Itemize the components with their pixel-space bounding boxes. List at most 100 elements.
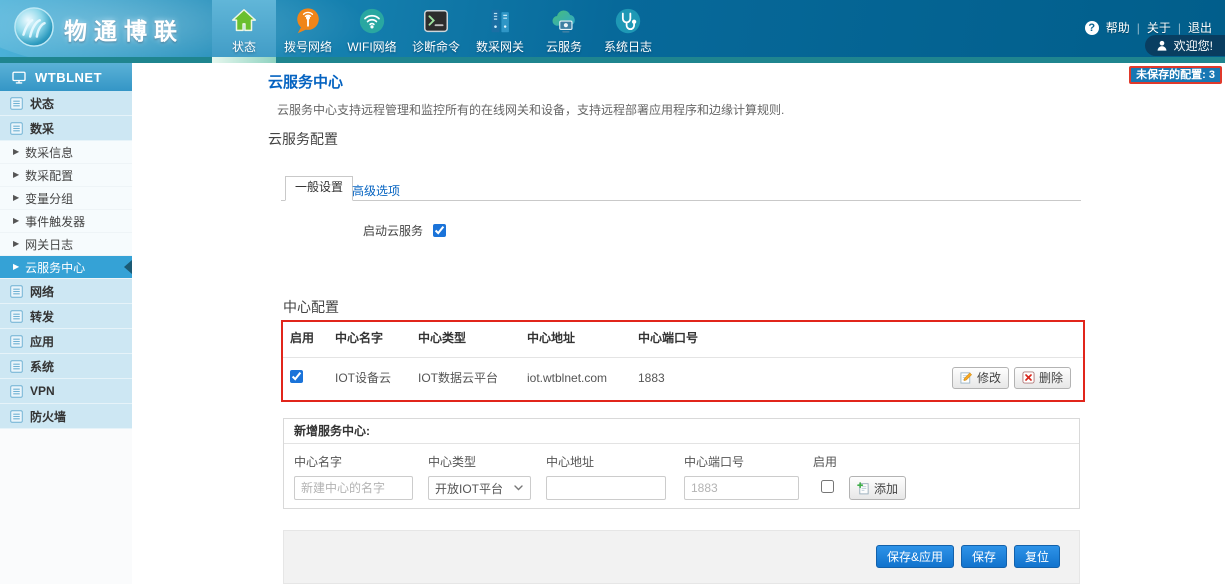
sidebar-subitem-variable-group[interactable]: ▶ 变量分组 <box>0 187 132 210</box>
nav-item-status[interactable]: 状态 <box>212 0 276 63</box>
sidebar-header: WTBLNET <box>0 63 132 91</box>
sidebar-subitem-event-trigger[interactable]: ▶ 事件触发器 <box>0 210 132 233</box>
sidebar-item-label: 应用 <box>30 333 54 350</box>
section-center-config: 中心配置 <box>283 297 339 317</box>
sidebar-item-forwarding[interactable]: 转发 <box>0 304 132 329</box>
delete-button[interactable]: 删除 <box>1014 367 1071 389</box>
center-type-select[interactable]: 开放IOT平台 <box>428 476 531 500</box>
tab-advanced-options[interactable]: 高级选项 <box>352 182 400 199</box>
sidebar-subitem-data-info[interactable]: ▶ 数采信息 <box>0 141 132 164</box>
tab-general-settings[interactable]: 一般设置 <box>285 176 353 201</box>
label-enable: 启用 <box>813 453 837 470</box>
sidebar-item-system[interactable]: 系统 <box>0 354 132 379</box>
sidebar-subitem-data-config[interactable]: ▶ 数采配置 <box>0 164 132 187</box>
sidebar-item-label: 系统 <box>30 358 54 375</box>
save-button[interactable]: 保存 <box>961 545 1007 568</box>
new-center-enable-checkbox[interactable] <box>821 480 834 493</box>
brand-logo: 物通博联 <box>13 6 184 51</box>
add-button[interactable]: 添加 <box>849 476 906 500</box>
list-icon <box>10 335 23 348</box>
sidebar-item-label: 网络 <box>30 283 54 300</box>
welcome-badge[interactable]: 欢迎您! <box>1145 35 1225 56</box>
nav-item-wifi-network[interactable]: WIFI网络 <box>340 0 404 63</box>
add-service-center-panel: 新增服务中心: 中心名字 中心类型 中心地址 中心端口号 启用 开放IOT平台 … <box>283 418 1080 509</box>
edit-button[interactable]: 修改 <box>952 367 1009 389</box>
unsaved-config-badge[interactable]: 未保存的配置: 3 <box>1129 66 1222 84</box>
list-icon <box>10 97 23 110</box>
nav-item-system-log[interactable]: 系统日志 <box>596 0 660 63</box>
sidebar-item-data-collection[interactable]: 数采 <box>0 116 132 141</box>
label-center-port: 中心端口号 <box>684 453 744 470</box>
sidebar-item-label: VPN <box>30 384 55 398</box>
page-description: 云服务中心支持远程管理和监控所有的在线网关和设备，支持远程部署应用程序和边缘计算… <box>277 101 784 118</box>
about-link[interactable]: 关于 <box>1147 19 1171 36</box>
section-cloud-service-config: 云服务配置 <box>268 129 338 149</box>
col-header-port: 中心端口号 <box>638 329 951 346</box>
sidebar-item-label: 数采配置 <box>25 167 73 184</box>
enable-cloud-row: 启动云服务 <box>363 222 446 239</box>
caret-right-icon: ▶ <box>13 217 19 225</box>
caret-right-icon: ▶ <box>13 194 19 202</box>
sidebar-item-network[interactable]: 网络 <box>0 279 132 304</box>
cell-center-port: 1883 <box>638 371 951 385</box>
welcome-text: 欢迎您! <box>1174 37 1213 54</box>
stethoscope-icon <box>613 6 643 36</box>
nav-item-data-gateway[interactable]: 数采网关 <box>468 0 532 63</box>
wifi-icon <box>357 6 387 36</box>
center-table-header: 启用 中心名字 中心类型 中心地址 中心端口号 <box>283 322 1083 352</box>
nav-item-dial-network[interactable]: 拨号网络 <box>276 0 340 63</box>
monitor-icon <box>11 70 27 85</box>
cloud-icon <box>549 6 579 36</box>
sidebar-subitem-gateway-log[interactable]: ▶ 网关日志 <box>0 233 132 256</box>
center-address-input[interactable] <box>546 476 666 500</box>
col-header-address: 中心地址 <box>527 329 638 346</box>
nav-item-diagnostic-command[interactable]: 诊断命令 <box>404 0 468 63</box>
list-icon <box>10 410 23 423</box>
cell-center-name: IOT设备云 <box>335 369 418 386</box>
dial-network-icon <box>293 6 323 36</box>
add-form-title: 新增服务中心: <box>284 419 1079 444</box>
center-name-input[interactable] <box>294 476 413 500</box>
caret-right-icon: ▶ <box>13 171 19 179</box>
label-center-type: 中心类型 <box>428 453 476 470</box>
globe-logo-icon <box>13 6 55 51</box>
divider: | <box>1178 21 1181 35</box>
caret-right-icon: ▶ <box>13 263 19 271</box>
sidebar-item-label: 数采 <box>30 120 54 137</box>
label-center-name: 中心名字 <box>294 453 342 470</box>
top-links: ? 帮助 | 关于 | 退出 <box>1085 19 1212 36</box>
sidebar: WTBLNET 状态 数采 ▶ 数采信息 ▶ 数采配置 ▶ 变量分组 ▶ 事件触… <box>0 63 133 584</box>
home-icon <box>229 6 259 36</box>
help-link[interactable]: 帮助 <box>1106 19 1130 36</box>
sidebar-item-label: 防火墙 <box>30 408 66 425</box>
row-enable-checkbox[interactable] <box>290 370 303 383</box>
enable-cloud-label: 启动云服务 <box>363 222 423 239</box>
sidebar-item-vpn[interactable]: VPN <box>0 379 132 404</box>
center-port-input[interactable] <box>684 476 799 500</box>
top-header: 物通博联 状态 拨号网络 WIFI网络 <box>0 0 1225 57</box>
sidebar-item-firewall[interactable]: 防火墙 <box>0 404 132 429</box>
cell-center-type: IOT数据云平台 <box>418 369 527 386</box>
sidebar-item-application[interactable]: 应用 <box>0 329 132 354</box>
sidebar-item-label: 转发 <box>30 308 54 325</box>
save-apply-button[interactable]: 保存&应用 <box>876 545 954 568</box>
main-nav: 状态 拨号网络 WIFI网络 <box>212 0 660 57</box>
reset-button[interactable]: 复位 <box>1014 545 1060 568</box>
sidebar-item-label: 事件触发器 <box>25 213 85 230</box>
nav-item-cloud-service[interactable]: 云服务 <box>532 0 596 63</box>
center-table-row: IOT设备云 IOT数据云平台 iot.wtblnet.com 1883 修改 <box>283 357 1083 397</box>
delete-icon <box>1022 371 1035 384</box>
sidebar-subitem-cloud-service-center[interactable]: ▶ 云服务中心 <box>0 256 132 279</box>
sidebar-item-status[interactable]: 状态 <box>0 91 132 116</box>
enable-cloud-checkbox[interactable] <box>433 224 446 237</box>
logout-link[interactable]: 退出 <box>1188 19 1212 36</box>
add-button-label: 添加 <box>874 480 898 497</box>
sidebar-item-label: 网关日志 <box>25 236 73 253</box>
chevron-down-icon <box>514 485 523 491</box>
divider: | <box>1137 21 1140 35</box>
add-icon <box>857 482 870 495</box>
list-icon <box>10 122 23 135</box>
help-icon: ? <box>1085 21 1099 35</box>
center-type-selected-value: 开放IOT平台 <box>435 480 503 497</box>
edit-button-label: 修改 <box>977 369 1001 386</box>
